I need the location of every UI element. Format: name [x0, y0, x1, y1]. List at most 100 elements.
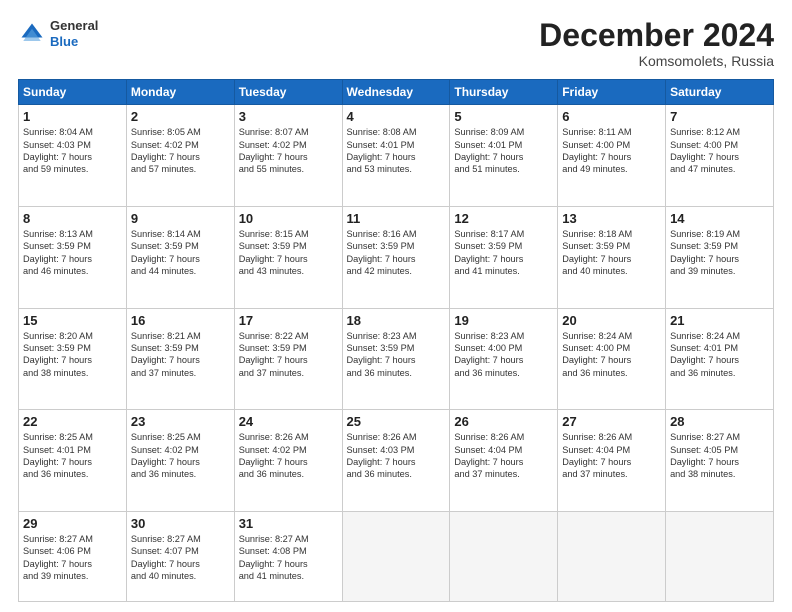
logo-blue: Blue — [50, 34, 98, 50]
day-info-9: Sunrise: 8:14 AM Sunset: 3:59 PM Dayligh… — [131, 228, 230, 278]
day-info-16: Sunrise: 8:21 AM Sunset: 3:59 PM Dayligh… — [131, 330, 230, 380]
day-info-17: Sunrise: 8:22 AM Sunset: 3:59 PM Dayligh… — [239, 330, 338, 380]
day-info-6: Sunrise: 8:11 AM Sunset: 4:00 PM Dayligh… — [562, 126, 661, 176]
day-number-21: 21 — [670, 313, 769, 328]
day-cell-8: 8 Sunrise: 8:13 AM Sunset: 3:59 PM Daylig… — [19, 206, 127, 308]
day-info-10: Sunrise: 8:15 AM Sunset: 3:59 PM Dayligh… — [239, 228, 338, 278]
weekday-header-wednesday: Wednesday — [342, 80, 450, 105]
day-cell-24: 24 Sunrise: 8:26 AM Sunset: 4:02 PM Dayli… — [234, 410, 342, 512]
day-number-14: 14 — [670, 211, 769, 226]
day-cell-10: 10 Sunrise: 8:15 AM Sunset: 3:59 PM Dayli… — [234, 206, 342, 308]
day-cell-3: 3 Sunrise: 8:07 AM Sunset: 4:02 PM Daylig… — [234, 105, 342, 207]
weekday-header-saturday: Saturday — [666, 80, 774, 105]
weekday-header-thursday: Thursday — [450, 80, 558, 105]
page: General Blue December 2024 Komsomolets, … — [0, 0, 792, 612]
week-row-1: 1 Sunrise: 8:04 AM Sunset: 4:03 PM Daylig… — [19, 105, 774, 207]
day-number-20: 20 — [562, 313, 661, 328]
logo-text: General Blue — [50, 18, 98, 49]
month-title: December 2024 — [539, 18, 774, 53]
day-cell-11: 11 Sunrise: 8:16 AM Sunset: 3:59 PM Dayli… — [342, 206, 450, 308]
day-info-20: Sunrise: 8:24 AM Sunset: 4:00 PM Dayligh… — [562, 330, 661, 380]
day-number-19: 19 — [454, 313, 553, 328]
day-cell-6: 6 Sunrise: 8:11 AM Sunset: 4:00 PM Daylig… — [558, 105, 666, 207]
day-number-15: 15 — [23, 313, 122, 328]
empty-cell — [342, 511, 450, 601]
day-cell-15: 15Sunrise: 8:20 AM Sunset: 3:59 PM Dayli… — [19, 308, 127, 410]
weekday-header-sunday: Sunday — [19, 80, 127, 105]
week-row-5: 29Sunrise: 8:27 AM Sunset: 4:06 PM Dayli… — [19, 511, 774, 601]
day-cell-25: 25 Sunrise: 8:26 AM Sunset: 4:03 PM Dayli… — [342, 410, 450, 512]
day-cell-28: 28Sunrise: 8:27 AM Sunset: 4:05 PM Dayli… — [666, 410, 774, 512]
day-number-16: 16 — [131, 313, 230, 328]
day-number-26: 26 — [454, 414, 553, 429]
day-number-18: 18 — [347, 313, 446, 328]
day-number-11: 11 — [347, 211, 446, 226]
day-number-8: 8 — [23, 211, 122, 226]
day-cell-2: 2Sunrise: 8:05 AM Sunset: 4:02 PM Daylig… — [126, 105, 234, 207]
day-info-5: Sunrise: 8:09 AM Sunset: 4:01 PM Dayligh… — [454, 126, 553, 176]
day-info-28: Sunrise: 8:27 AM Sunset: 4:05 PM Dayligh… — [670, 431, 769, 481]
calendar-table: SundayMondayTuesdayWednesdayThursdayFrid… — [18, 79, 774, 602]
day-number-10: 10 — [239, 211, 338, 226]
day-cell-12: 12 Sunrise: 8:17 AM Sunset: 3:59 PM Dayli… — [450, 206, 558, 308]
day-cell-27: 27Sunrise: 8:26 AM Sunset: 4:04 PM Dayli… — [558, 410, 666, 512]
day-info-22: Sunrise: 8:25 AM Sunset: 4:01 PM Dayligh… — [23, 431, 122, 481]
day-number-6: 6 — [562, 109, 661, 124]
logo: General Blue — [18, 18, 98, 49]
day-number-17: 17 — [239, 313, 338, 328]
day-cell-5: 5 Sunrise: 8:09 AM Sunset: 4:01 PM Daylig… — [450, 105, 558, 207]
day-number-5: 5 — [454, 109, 553, 124]
week-row-3: 15Sunrise: 8:20 AM Sunset: 3:59 PM Dayli… — [19, 308, 774, 410]
title-block: December 2024 Komsomolets, Russia — [539, 18, 774, 69]
day-cell-14: 14 Sunrise: 8:19 AM Sunset: 3:59 PM Dayli… — [666, 206, 774, 308]
day-number-4: 4 — [347, 109, 446, 124]
day-number-1: 1 — [23, 109, 122, 124]
day-number-3: 3 — [239, 109, 338, 124]
day-number-25: 25 — [347, 414, 446, 429]
day-info-8: Sunrise: 8:13 AM Sunset: 3:59 PM Dayligh… — [23, 228, 122, 278]
day-cell-20: 20 Sunrise: 8:24 AM Sunset: 4:00 PM Dayli… — [558, 308, 666, 410]
day-number-30: 30 — [131, 516, 230, 531]
day-info-14: Sunrise: 8:19 AM Sunset: 3:59 PM Dayligh… — [670, 228, 769, 278]
day-cell-1: 1 Sunrise: 8:04 AM Sunset: 4:03 PM Daylig… — [19, 105, 127, 207]
day-cell-29: 29Sunrise: 8:27 AM Sunset: 4:06 PM Dayli… — [19, 511, 127, 601]
day-info-27: Sunrise: 8:26 AM Sunset: 4:04 PM Dayligh… — [562, 431, 661, 481]
day-number-12: 12 — [454, 211, 553, 226]
day-number-2: 2 — [131, 109, 230, 124]
day-cell-23: 23 Sunrise: 8:25 AM Sunset: 4:02 PM Dayli… — [126, 410, 234, 512]
day-cell-31: 31Sunrise: 8:27 AM Sunset: 4:08 PM Dayli… — [234, 511, 342, 601]
day-info-13: Sunrise: 8:18 AM Sunset: 3:59 PM Dayligh… — [562, 228, 661, 278]
day-cell-7: 7Sunrise: 8:12 AM Sunset: 4:00 PM Daylig… — [666, 105, 774, 207]
day-info-18: Sunrise: 8:23 AM Sunset: 3:59 PM Dayligh… — [347, 330, 446, 380]
day-info-11: Sunrise: 8:16 AM Sunset: 3:59 PM Dayligh… — [347, 228, 446, 278]
weekday-header-monday: Monday — [126, 80, 234, 105]
day-info-1: Sunrise: 8:04 AM Sunset: 4:03 PM Dayligh… — [23, 126, 122, 176]
week-row-2: 8 Sunrise: 8:13 AM Sunset: 3:59 PM Daylig… — [19, 206, 774, 308]
day-cell-21: 21Sunrise: 8:24 AM Sunset: 4:01 PM Dayli… — [666, 308, 774, 410]
day-cell-16: 16 Sunrise: 8:21 AM Sunset: 3:59 PM Dayli… — [126, 308, 234, 410]
logo-general: General — [50, 18, 98, 34]
day-info-23: Sunrise: 8:25 AM Sunset: 4:02 PM Dayligh… — [131, 431, 230, 481]
day-number-23: 23 — [131, 414, 230, 429]
day-info-4: Sunrise: 8:08 AM Sunset: 4:01 PM Dayligh… — [347, 126, 446, 176]
day-number-29: 29 — [23, 516, 122, 531]
day-number-31: 31 — [239, 516, 338, 531]
day-info-3: Sunrise: 8:07 AM Sunset: 4:02 PM Dayligh… — [239, 126, 338, 176]
day-cell-26: 26Sunrise: 8:26 AM Sunset: 4:04 PM Dayli… — [450, 410, 558, 512]
day-info-7: Sunrise: 8:12 AM Sunset: 4:00 PM Dayligh… — [670, 126, 769, 176]
day-info-12: Sunrise: 8:17 AM Sunset: 3:59 PM Dayligh… — [454, 228, 553, 278]
day-cell-17: 17 Sunrise: 8:22 AM Sunset: 3:59 PM Dayli… — [234, 308, 342, 410]
day-cell-18: 18 Sunrise: 8:23 AM Sunset: 3:59 PM Dayli… — [342, 308, 450, 410]
weekday-header-row: SundayMondayTuesdayWednesdayThursdayFrid… — [19, 80, 774, 105]
day-cell-4: 4 Sunrise: 8:08 AM Sunset: 4:01 PM Daylig… — [342, 105, 450, 207]
day-info-25: Sunrise: 8:26 AM Sunset: 4:03 PM Dayligh… — [347, 431, 446, 481]
weekday-header-tuesday: Tuesday — [234, 80, 342, 105]
day-number-24: 24 — [239, 414, 338, 429]
logo-icon — [18, 20, 46, 48]
empty-cell — [666, 511, 774, 601]
day-cell-30: 30Sunrise: 8:27 AM Sunset: 4:07 PM Dayli… — [126, 511, 234, 601]
day-info-19: Sunrise: 8:23 AM Sunset: 4:00 PM Dayligh… — [454, 330, 553, 380]
day-info-24: Sunrise: 8:26 AM Sunset: 4:02 PM Dayligh… — [239, 431, 338, 481]
day-number-22: 22 — [23, 414, 122, 429]
location: Komsomolets, Russia — [539, 53, 774, 69]
